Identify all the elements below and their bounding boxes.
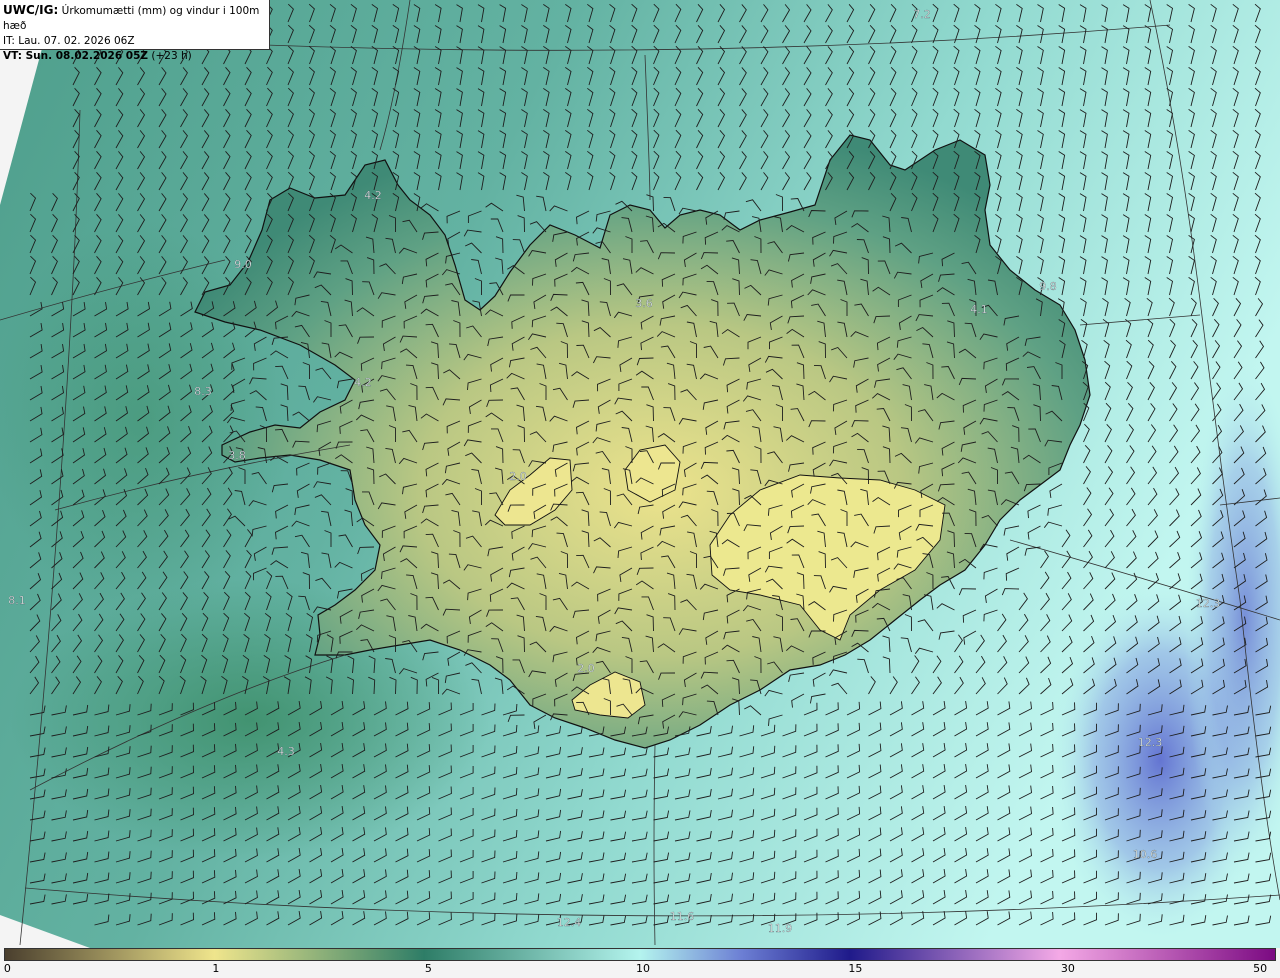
colorbar-tick-0: 0 <box>3 962 11 975</box>
map-info-box: UWC/IG: Úrkomumætti (mm) og vindur i 100… <box>0 0 270 62</box>
precip-value-label: 4.2 <box>354 376 372 389</box>
precip-value-label: 3.8 <box>228 449 246 462</box>
colorbar-tick-50: 50 <box>1253 962 1268 975</box>
precip-value-label: 9.0 <box>234 258 252 271</box>
precip-value-label: 10.6 <box>1133 848 1158 861</box>
colorbar-tick-5: 5 <box>424 962 432 975</box>
colorbar-tick-1: 1 <box>212 962 220 975</box>
precip-value-label: 8.1 <box>8 594 26 607</box>
precip-value-label: 4.3 <box>277 745 295 758</box>
precipitation-wind-map: 7.2 4.2 9.0 3.6 4.1 9.8 4.2 8.3 3.8 2.0 8.1 12.3 2.0… <box>0 0 1280 948</box>
colorbar-ticks: 0 1 5 10 15 30 50 <box>0 962 1280 978</box>
initial-time: IT: Lau. 07. 02. 2026 06Z <box>3 35 135 47</box>
colorbar-tick-30: 30 <box>1060 962 1075 975</box>
precip-value-label: 7.2 <box>913 8 931 21</box>
precip-value-label: 11.9 <box>768 922 793 935</box>
precip-colorbar <box>4 948 1276 961</box>
precip-value-label: 12.4 <box>557 916 582 929</box>
precip-value-label: 8.3 <box>194 385 212 398</box>
precip-value-label: 3.6 <box>635 297 653 310</box>
colorbar-tick-10: 10 <box>636 962 650 975</box>
valid-time: VT: Sun. 08.02.2026 05Z <box>3 50 149 62</box>
precip-value-label: 2.0 <box>577 662 595 675</box>
model-name: UWC/IG: <box>3 3 59 17</box>
precip-value-label: 4.2 <box>364 189 382 202</box>
lead-time: (+23 h) <box>151 50 192 62</box>
precip-value-label: 9.8 <box>1039 280 1057 293</box>
precip-value-label: 12.3 <box>1138 736 1163 749</box>
precip-value-label: 2.0 <box>509 470 527 483</box>
precip-value-label: 4.1 <box>970 303 988 316</box>
colorbar-tick-15: 15 <box>848 962 863 975</box>
precip-value-label: 11.6 <box>670 910 695 923</box>
precip-value-label: 12.3 <box>1196 597 1221 610</box>
